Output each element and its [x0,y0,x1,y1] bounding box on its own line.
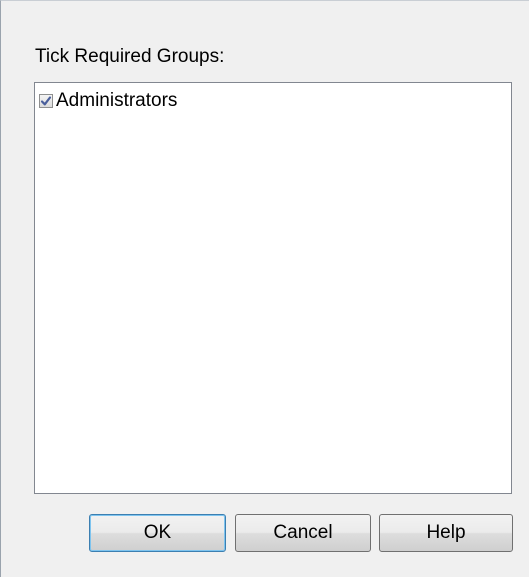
cancel-button[interactable]: Cancel [235,514,371,552]
checkmark-icon [40,96,52,106]
administrators-label: Administrators [56,90,178,111]
administrators-checkbox[interactable] [39,94,53,108]
required-groups-dialog: Tick Required Groups: Administrators OK … [0,0,529,577]
help-button[interactable]: Help [379,514,513,552]
groups-label: Tick Required Groups: [35,46,225,67]
ok-button[interactable]: OK [89,514,226,552]
groups-listbox[interactable]: Administrators [34,82,512,494]
list-item-administrators[interactable]: Administrators [39,89,177,113]
